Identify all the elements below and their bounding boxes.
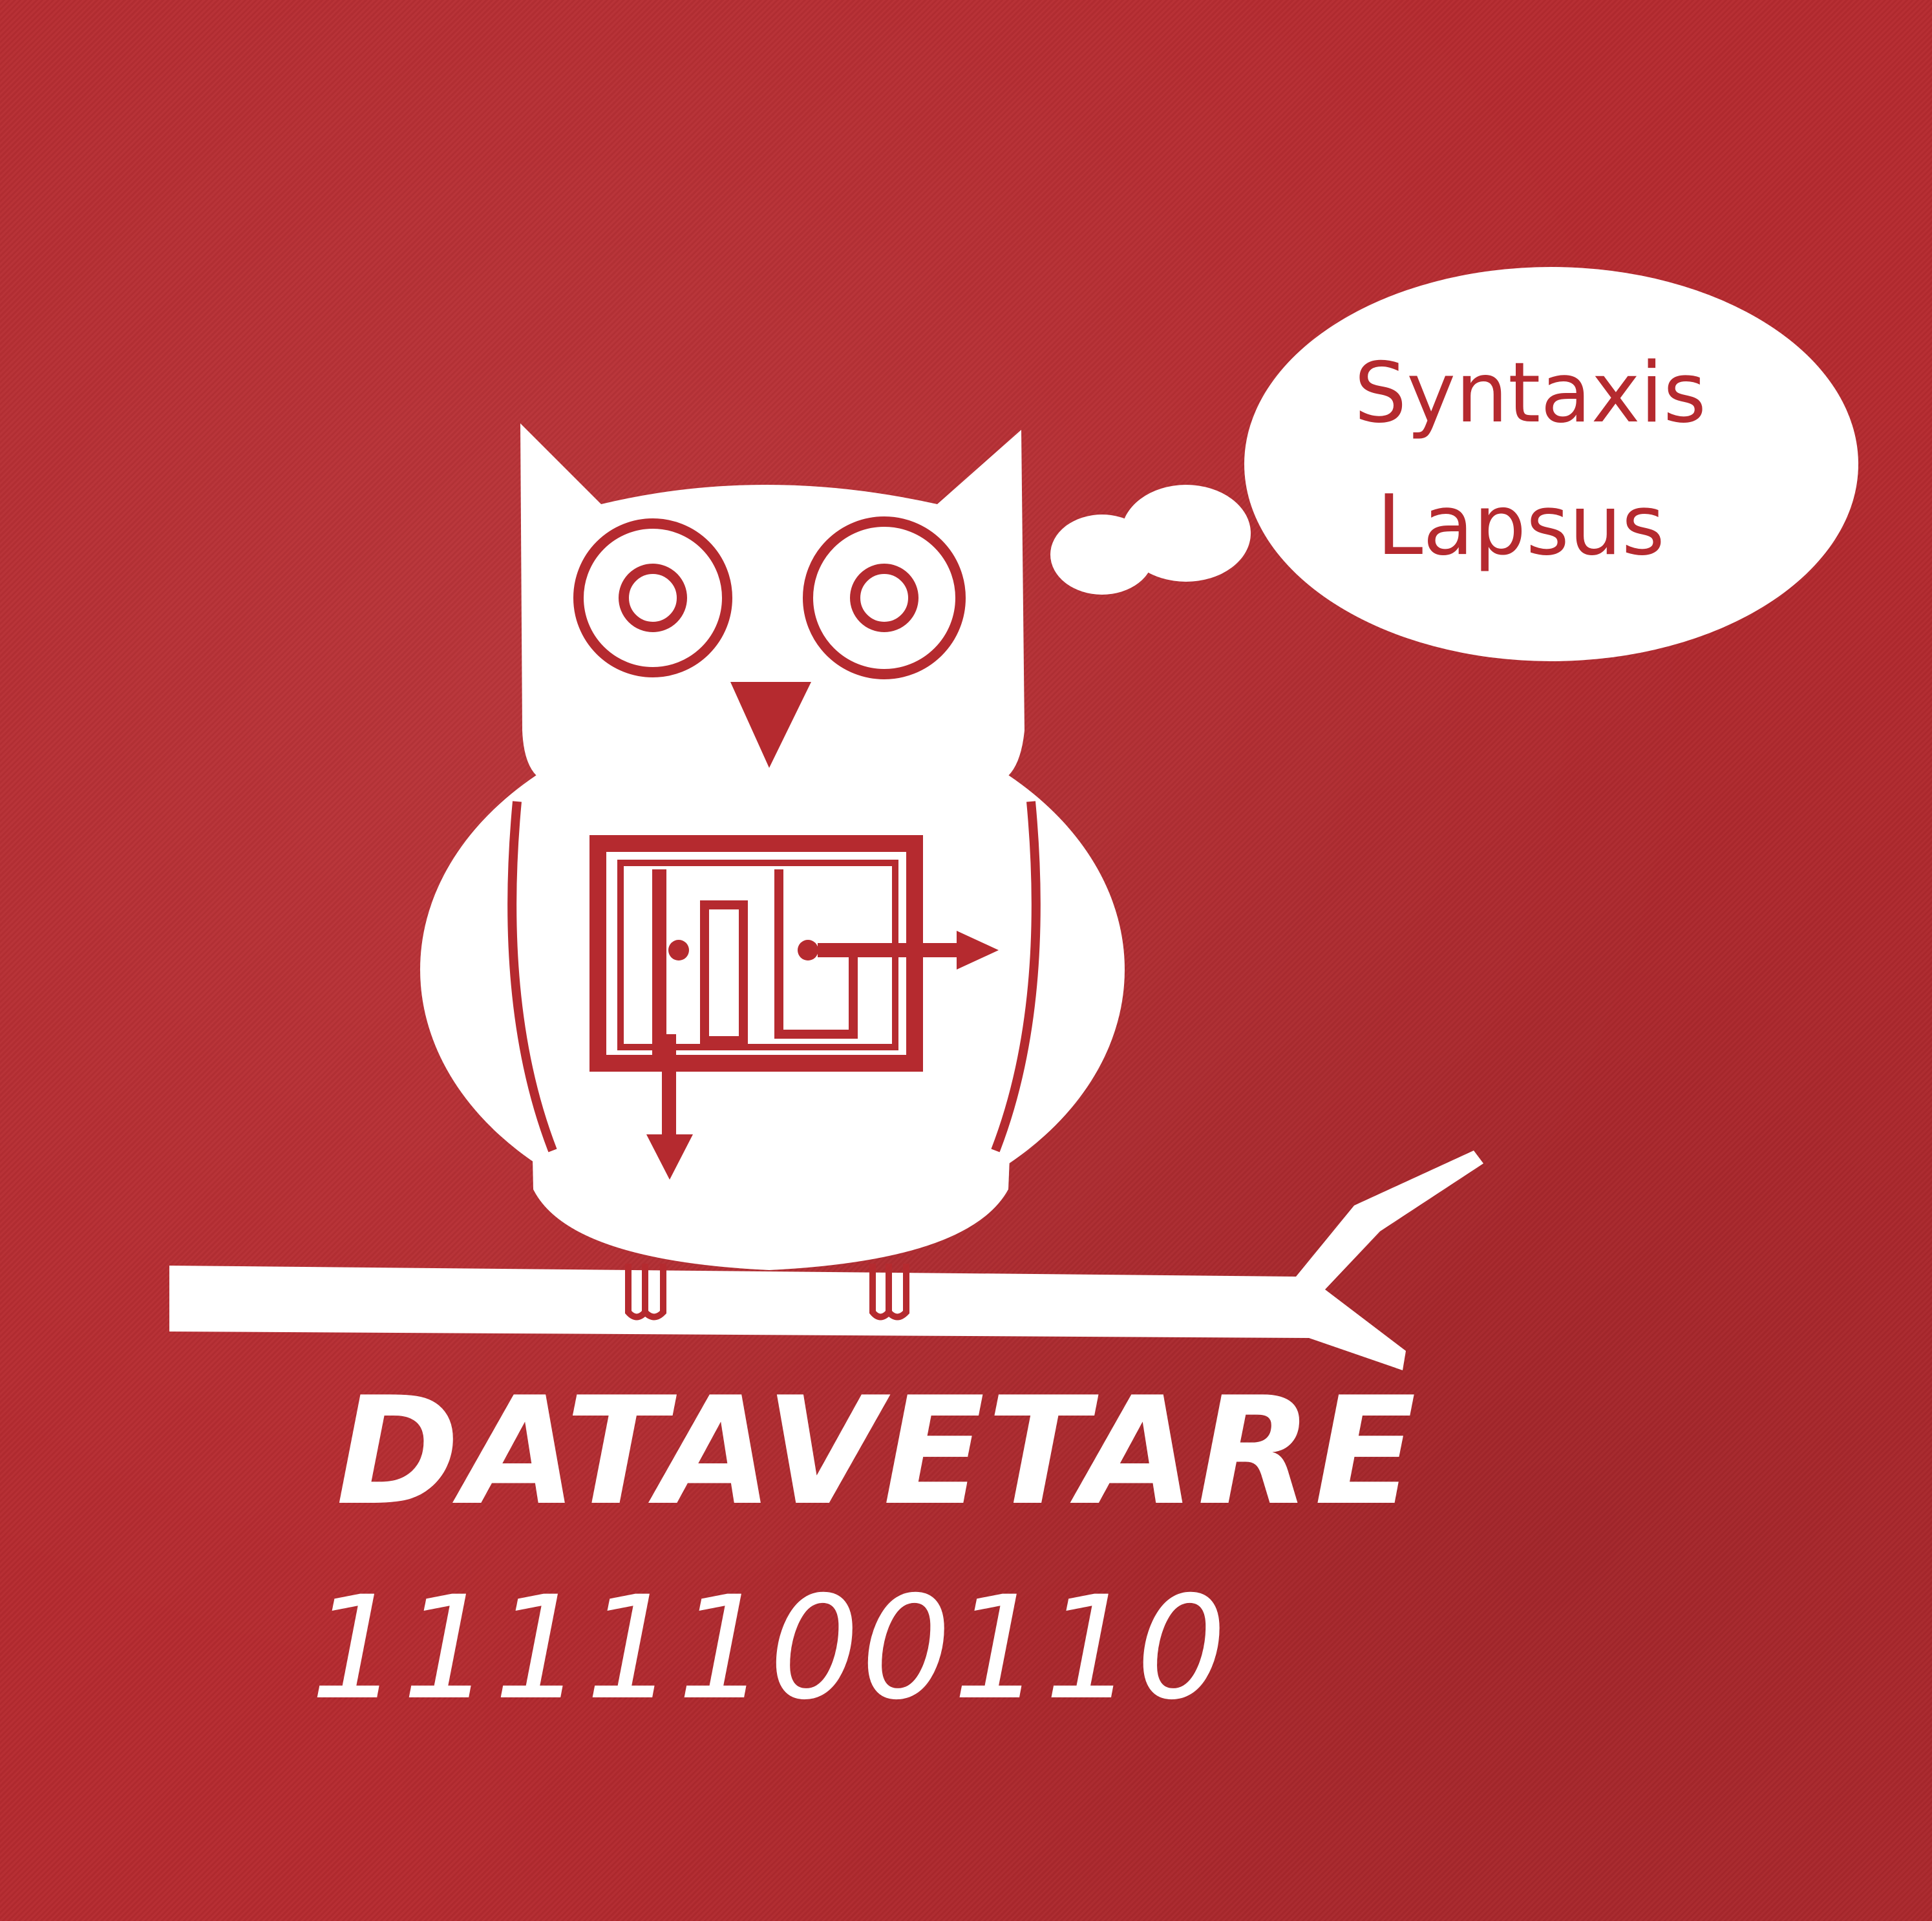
thought-bubble-line-2: Lapsus (1377, 478, 1665, 574)
thought-bubble-icon (1050, 267, 1858, 661)
thought-bubble-large (1244, 267, 1858, 661)
thought-dot-medium (1121, 485, 1251, 582)
print-binary-number: 1111100110 (310, 1565, 1228, 1731)
thought-bubble-line-1: Syntaxis (1354, 345, 1706, 441)
print-title: DATAVETARE (336, 1366, 1419, 1538)
owl-icon (420, 423, 1125, 1321)
